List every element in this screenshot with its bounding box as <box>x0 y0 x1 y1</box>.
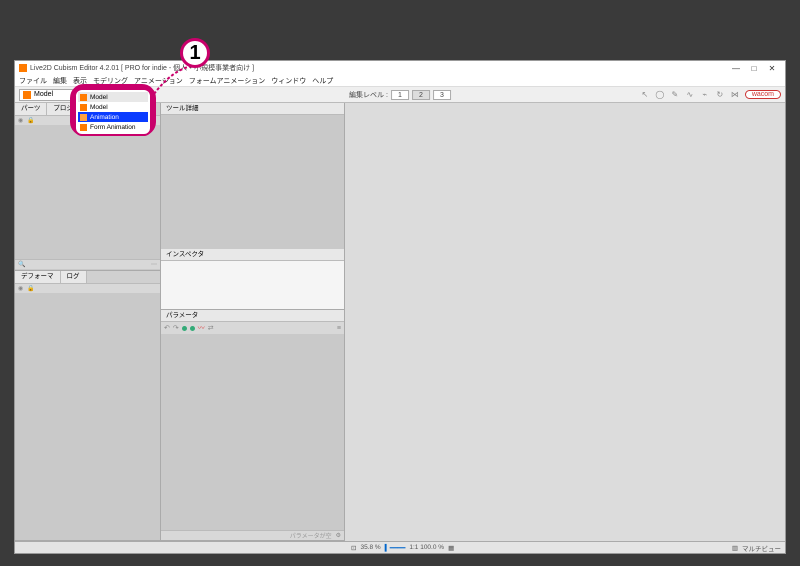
inspector-header: インスペクタ <box>161 249 344 261</box>
parameter-body <box>161 334 344 530</box>
more-icon[interactable]: ⋯ <box>151 261 157 268</box>
tab-parts[interactable]: パーツ <box>15 103 47 115</box>
left-column: パーツ プロジェクト ◉ 🔒 🔍 ⋯ デフォーマ ログ <box>15 103 161 541</box>
menu-help[interactable]: ヘルプ <box>312 76 333 86</box>
maximize-button[interactable]: □ <box>745 64 763 73</box>
redo-icon[interactable]: ↷ <box>173 324 179 332</box>
form-animation-icon <box>80 124 87 131</box>
zoom-value: 35.8 % <box>360 544 380 551</box>
key-3-icon[interactable] <box>190 326 195 331</box>
lasso-tool-icon[interactable]: ◯ <box>654 89 666 101</box>
level-2[interactable]: 2 <box>412 90 430 100</box>
middle-column: ツール詳細 インスペクタ パラメータ ↶ ↷ 〰 ⇄ ≡ <box>161 103 345 541</box>
model-icon <box>80 104 87 111</box>
tab-deformer[interactable]: デフォーマ <box>15 271 61 283</box>
tool-detail-header: ツール詳細 <box>161 103 344 115</box>
dropdown-item-model[interactable]: Model <box>78 102 148 112</box>
window-title: Live2D Cubism Editor 4.2.01 [ PRO for in… <box>30 63 254 73</box>
inspector-body <box>161 261 344 309</box>
animation-icon <box>80 114 87 121</box>
parameter-header: パラメータ <box>161 310 344 322</box>
key-2-icon[interactable] <box>182 326 187 331</box>
glue-tool-icon[interactable]: ∿ <box>684 89 696 101</box>
wacom-badge[interactable]: wacom <box>745 90 781 99</box>
undo-icon[interactable]: ↶ <box>164 324 170 332</box>
visibility-icon[interactable]: ◉ <box>18 285 23 292</box>
key-graph-icon[interactable]: 〰 <box>198 323 205 333</box>
grid-icon[interactable]: ▦ <box>448 544 454 552</box>
mode-icon <box>23 91 31 99</box>
canvas-viewport[interactable] <box>345 103 785 541</box>
minimize-button[interactable]: — <box>727 64 745 73</box>
level-1[interactable]: 1 <box>391 90 409 100</box>
search-icon[interactable]: 🔍 <box>18 261 25 268</box>
parts-panel-body <box>15 125 160 259</box>
brush-tool-icon[interactable]: ✎ <box>669 89 681 101</box>
adjust-icon[interactable]: ⇄ <box>208 324 214 332</box>
menu-edit[interactable]: 編集 <box>53 76 67 86</box>
mesh-tool-icon[interactable]: ⋈ <box>729 89 741 101</box>
app-icon <box>19 64 27 72</box>
zoom-slider[interactable]: ▍━━━━ <box>385 544 406 552</box>
scale-info: 1:1 100.0 % <box>409 544 444 551</box>
mode-selected-label: Model <box>34 91 53 98</box>
param-menu-icon[interactable]: ≡ <box>337 325 341 332</box>
parameter-footer: パラメータが空 ⚙ <box>161 530 344 540</box>
annotation-badge-1: 1 <box>180 38 210 68</box>
edit-level-label: 編集レベル : <box>349 90 388 100</box>
param-empty-label: パラメータが空 <box>290 531 332 540</box>
menu-form-animation[interactable]: フォームアニメーション <box>189 76 266 86</box>
dropdown-item-form-animation[interactable]: Form Animation <box>78 122 148 132</box>
mode-dropdown-menu: Model Model Animation Form Animation <box>74 88 152 136</box>
menu-window[interactable]: ウィンドウ <box>271 76 306 86</box>
path-tool-icon[interactable]: ⌁ <box>699 89 711 101</box>
lock-icon[interactable]: 🔒 <box>27 285 34 292</box>
menu-modeling[interactable]: モデリング <box>93 76 128 86</box>
parts-footer: 🔍 ⋯ <box>15 259 160 269</box>
dropdown-current[interactable]: Model <box>78 92 148 102</box>
rotate-tool-icon[interactable]: ↻ <box>714 89 726 101</box>
tool-icon-group: ↖ ◯ ✎ ∿ ⌁ ↻ ⋈ <box>639 89 741 101</box>
tool-detail-body <box>161 115 344 249</box>
menu-file[interactable]: ファイル <box>19 76 47 86</box>
dropdown-item-animation[interactable]: Animation <box>78 112 148 122</box>
multiview-label: マルチビュー <box>742 543 781 553</box>
parameter-toolbar: ↶ ↷ 〰 ⇄ ≡ <box>161 322 344 334</box>
level-3[interactable]: 3 <box>433 90 451 100</box>
workspace: パーツ プロジェクト ◉ 🔒 🔍 ⋯ デフォーマ ログ <box>15 103 785 541</box>
close-button[interactable]: ✕ <box>763 64 781 73</box>
menu-animation[interactable]: アニメーション <box>134 76 183 86</box>
menu-view[interactable]: 表示 <box>73 76 87 86</box>
visibility-icon[interactable]: ◉ <box>18 117 23 124</box>
multiview-icon[interactable]: ▥ <box>732 544 738 552</box>
tab-log[interactable]: ログ <box>61 271 87 283</box>
statusbar: ⊡ 35.8 % ▍━━━━ 1:1 100.0 % ▦ ▥ マルチビュー <box>15 541 785 553</box>
titlebar: Live2D Cubism Editor 4.2.01 [ PRO for in… <box>15 61 785 75</box>
edit-level-control: 編集レベル : 1 2 3 <box>349 90 451 100</box>
lock-icon[interactable]: 🔒 <box>27 117 34 124</box>
menubar: ファイル 編集 表示 モデリング アニメーション フォームアニメーション ウィン… <box>15 75 785 87</box>
gear-icon[interactable]: ⚙ <box>336 532 341 539</box>
fit-icon[interactable]: ⊡ <box>351 544 356 552</box>
deformer-toolbar: ◉ 🔒 <box>15 283 160 293</box>
model-icon <box>80 94 87 101</box>
arrow-tool-icon[interactable]: ↖ <box>639 89 651 101</box>
